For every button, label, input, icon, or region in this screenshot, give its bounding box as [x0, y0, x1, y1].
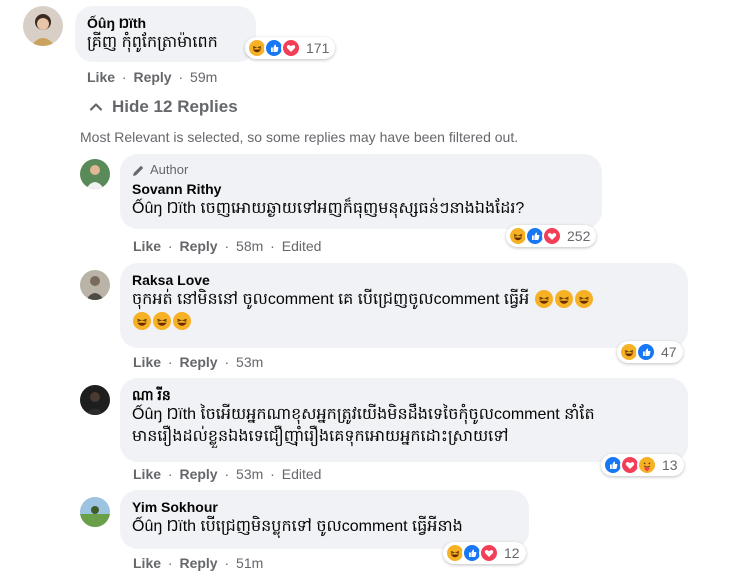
author-badge-label: Author	[150, 162, 189, 177]
avatar[interactable]	[80, 270, 110, 300]
comment-author[interactable]: Sovann Rithy	[132, 180, 590, 198]
laughing-emoji-icon	[153, 312, 171, 330]
comment-bubble: Raksa Love ចុកអត់ នៅមិននៅ ចូលcomment គេ …	[120, 263, 688, 348]
reply-button[interactable]: Reply	[179, 555, 217, 571]
laughing-emoji-icon	[554, 290, 573, 308]
reaction-summary[interactable]: 13	[601, 454, 684, 476]
mention[interactable]: Ốûŋ Ŋïth	[132, 518, 196, 535]
comment-author[interactable]: Ốûŋ Ŋïth	[87, 14, 244, 32]
like-icon	[636, 342, 656, 362]
hide-replies-label: Hide 12 Replies	[112, 97, 238, 116]
timestamp[interactable]: 53m	[236, 354, 263, 370]
comment-actions: Like · Reply · 58m · Edited	[133, 238, 322, 254]
comment-text: Ốûŋ Ŋïth ចេញអោយឆ្ងាយទៅអញក៏ធុញមនុស្សធន់ៗន…	[132, 198, 590, 220]
like-button[interactable]: Like	[87, 69, 115, 85]
comment-text: Ốûŋ Ŋïth ចៃអើយអ្នកណាខុសអ្នកត្រូវយើងមិនដឹ…	[132, 404, 676, 448]
timestamp[interactable]: 58m	[236, 238, 263, 254]
timestamp[interactable]: 59m	[190, 69, 217, 85]
avatar[interactable]	[23, 6, 63, 46]
comment-bubble: ណា រីន Ốûŋ Ŋïth ចៃអើយអ្នកណាខុសអ្នកត្រូវយ…	[120, 378, 688, 462]
reaction-count: 171	[306, 40, 330, 56]
reaction-summary[interactable]: 252	[506, 225, 597, 247]
comment-actions: Like · Reply · 51m	[133, 555, 264, 571]
pencil-icon	[133, 165, 144, 176]
comment-author[interactable]: ណា រីន	[132, 386, 676, 404]
comment-body: ចេញអោយឆ្ងាយទៅអញក៏ធុញមនុស្សធន់ៗនាងឯងដែរ?	[200, 200, 525, 217]
reply-button[interactable]: Reply	[179, 354, 217, 370]
laughing-emoji-icon	[173, 312, 191, 330]
comment-text: ចុកអត់ នៅមិននៅ ចូលcomment គេ បើជ្រេញចូលc…	[132, 289, 676, 333]
avatar[interactable]	[80, 385, 110, 415]
care-icon	[637, 455, 657, 475]
comment-body-line-1: ចៃអើយអ្នកណាខុសអ្នកត្រូវយើងមិនដឹងទេចៃកុំច…	[200, 406, 595, 423]
comment-actions: Like · Reply · 53m	[133, 354, 264, 370]
reaction-summary[interactable]: 171	[245, 37, 336, 59]
reply-button[interactable]: Reply	[179, 238, 217, 254]
comment-actions: Like · Reply · 53m · Edited	[133, 466, 322, 482]
timestamp[interactable]: 53m	[236, 466, 263, 482]
comment-bubble: Yim Sokhour Ốûŋ Ŋïth បើជ្រេញមិនប្លុកទៅ ច…	[120, 490, 529, 549]
comment-bubble: Author Sovann Rithy Ốûŋ Ŋïth ចេញអោយឆ្ងាយ…	[120, 154, 602, 229]
reaction-count: 47	[661, 344, 677, 360]
author-badge: Author	[132, 162, 590, 178]
reply-button[interactable]: Reply	[133, 69, 171, 85]
like-button[interactable]: Like	[133, 238, 161, 254]
comment-author[interactable]: Yim Sokhour	[132, 498, 517, 516]
laughing-emoji-icon	[574, 290, 593, 308]
comment-text: Ốûŋ Ŋïth បើជ្រេញមិនប្លុកទៅ ចូលcomment ធ្…	[132, 516, 517, 538]
comment-text: គ្រីញ កុំពូកែត្រាម៉ាពេក	[87, 34, 218, 51]
reaction-count: 252	[567, 228, 591, 244]
edited-label[interactable]: Edited	[282, 466, 322, 482]
reaction-count: 12	[504, 545, 520, 561]
reaction-summary[interactable]: 47	[617, 341, 683, 363]
chevron-up-icon	[89, 103, 103, 111]
like-button[interactable]: Like	[133, 466, 161, 482]
edited-label[interactable]: Edited	[282, 238, 322, 254]
love-icon	[542, 226, 562, 246]
reaction-summary[interactable]: 12	[443, 542, 526, 564]
comment-thread: Ốûŋ Ŋïth គ្រីញ កុំពូកែត្រាម៉ាពេក 171 Lik…	[0, 0, 737, 576]
comment-bubble: Ốûŋ Ŋïth គ្រីញ កុំពូកែត្រាម៉ាពេក	[75, 6, 256, 62]
comment-body-line-2: មានរឿងដល់ខ្លួនឯងទេជឿញ៉ាំរឿងគេទុកអោយអ្នកដ…	[132, 428, 509, 445]
laughing-emoji-icon	[133, 312, 151, 330]
avatar[interactable]	[80, 497, 110, 527]
like-button[interactable]: Like	[133, 555, 161, 571]
reply-button[interactable]: Reply	[179, 466, 217, 482]
like-button[interactable]: Like	[133, 354, 161, 370]
hide-replies-button[interactable]: Hide 12 Replies	[88, 97, 238, 117]
reaction-count: 13	[662, 457, 678, 473]
comment-actions: Like · Reply · 59m	[87, 69, 218, 85]
timestamp[interactable]: 51m	[236, 555, 263, 571]
laughing-emoji-icon	[534, 290, 553, 308]
love-icon	[479, 543, 499, 563]
mention[interactable]: Ốûŋ Ŋïth	[132, 200, 196, 217]
comment-author[interactable]: Raksa Love	[132, 271, 676, 289]
comment-body: បើជ្រេញមិនប្លុកទៅ ចូលcomment ធ្វើអីនាង	[200, 518, 463, 535]
mention[interactable]: Ốûŋ Ŋïth	[132, 406, 196, 423]
love-icon	[281, 38, 301, 58]
comment-body: ចុកអត់ នៅមិននៅ ចូលcomment គេ បើជ្រេញចូលc…	[132, 291, 530, 308]
filter-note: Most Relevant is selected, so some repli…	[80, 129, 519, 145]
avatar[interactable]	[80, 159, 110, 189]
